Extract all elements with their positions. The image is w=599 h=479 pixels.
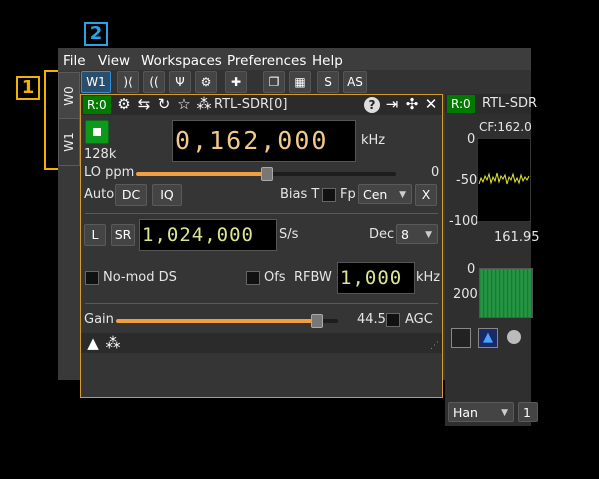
sr-button[interactable]: SR — [111, 224, 135, 246]
x-label: 161.95 — [494, 230, 540, 245]
lo-ppm-slider[interactable] — [261, 167, 273, 181]
center-frequency-dial[interactable]: 0,162,000 — [172, 120, 356, 162]
lo-ppm-label: LO ppm — [84, 165, 135, 180]
agc-label: AGC — [405, 312, 433, 327]
lo-ppm-value: 0 — [431, 165, 440, 180]
add-feature-plus-icon[interactable]: ✚ — [225, 71, 247, 93]
cf-label: CF:162.0 — [479, 120, 532, 134]
star-icon[interactable]: ☆ — [175, 95, 193, 113]
add-tx-icon[interactable]: (( — [143, 71, 165, 93]
divider-1 — [85, 213, 438, 214]
black-square-icon[interactable] — [451, 328, 471, 348]
swap-icon[interactable]: ⇆ — [135, 95, 153, 113]
s-button[interactable]: S — [317, 71, 339, 93]
graph-icon[interactable]: ⁂ — [104, 334, 122, 352]
chevron-down-icon: ▼ — [399, 190, 406, 200]
bias-t-label: Bias T — [280, 187, 320, 202]
spectrum-device-name: RTL-SDR — [482, 96, 538, 111]
window-icon[interactable]: ❐ — [263, 71, 285, 93]
menu-view[interactable]: View — [98, 53, 130, 69]
menu-preferences[interactable]: Preferences — [227, 53, 306, 69]
waterfall-label-top: 0 — [467, 262, 476, 277]
workspace-button[interactable]: W1 — [81, 71, 111, 93]
y-label-mid: -50 — [456, 173, 478, 188]
fp-label: Fp — [340, 187, 356, 202]
chevron-down-icon: ▼ — [501, 408, 508, 418]
gain-fill — [116, 319, 316, 323]
callout-2: 2 — [84, 22, 108, 46]
settings-icon[interactable]: ⚙ — [115, 95, 133, 113]
spectrum-footer: ▲ — [445, 326, 531, 348]
divider-2 — [85, 303, 438, 304]
fp-select[interactable]: Cen ▼ — [358, 184, 412, 204]
rfbw-label: RFBW — [294, 270, 332, 285]
l-button[interactable]: L — [84, 224, 106, 246]
y-label-top: 0 — [467, 132, 476, 147]
auto-label: Auto — [84, 187, 115, 202]
tile-icon[interactable]: ▦ — [289, 71, 311, 93]
nomod-checkbox[interactable] — [85, 271, 99, 285]
help-icon[interactable]: ? — [364, 97, 380, 113]
color-map-icon[interactable]: ▲ — [478, 328, 498, 348]
tab-w0[interactable]: W0 — [58, 72, 80, 120]
rate-label: 128k — [84, 147, 117, 162]
chevron-down-icon: ▼ — [425, 230, 432, 240]
sample-rate-dial[interactable]: 1,024,000 — [139, 219, 277, 251]
lo-ppm-fill — [136, 172, 266, 176]
device-panel: R:0 ⚙ ⇆ ↻ ☆ ⁂ RTL-SDR[0] ? ⇥ ✣ ✕ 128k 0,… — [80, 94, 443, 398]
menu-help[interactable]: Help — [312, 53, 343, 69]
network-icon[interactable]: ⁂ — [195, 95, 213, 113]
frequency-unit: kHz — [361, 133, 386, 148]
waterfall-plot[interactable] — [479, 268, 533, 318]
rx-tag: R:0 — [83, 96, 111, 114]
resize-grip-icon[interactable]: ⋰ — [430, 341, 440, 351]
agc-checkbox[interactable] — [386, 313, 400, 327]
ofs-label: Ofs — [264, 270, 286, 285]
nomod-label: No-mod DS — [103, 270, 177, 285]
rfbw-unit: kHz — [416, 270, 441, 285]
gain-slider[interactable] — [311, 314, 323, 328]
window-select[interactable]: Han ▼ — [448, 402, 514, 422]
stop-icon — [93, 128, 101, 136]
extra-select[interactable]: 1 — [518, 402, 538, 422]
add-rx-icon[interactable]: )⟨ — [117, 71, 139, 93]
spectrum-titlebar: R:0 RTL-SDR — [445, 94, 537, 114]
as-button[interactable]: AS — [343, 71, 367, 93]
menubar: File View Workspaces Preferences Help — [58, 48, 531, 70]
knob-icon[interactable] — [507, 330, 521, 344]
sample-rate-unit: S/s — [279, 227, 299, 242]
tab-w1[interactable]: W1 — [58, 118, 80, 166]
close-icon[interactable]: ✕ — [422, 95, 440, 113]
toolbar: W1 )⟨ (( Ψ ⚙ ✚ ❐ ▦ S AS — [80, 70, 531, 94]
gain-label: Gain — [84, 312, 114, 327]
menu-file[interactable]: File — [63, 53, 86, 69]
dock-icon[interactable]: ⇥ — [383, 95, 401, 113]
device-titlebar: R:0 ⚙ ⇆ ↻ ☆ ⁂ RTL-SDR[0] ? ⇥ ✣ ✕ — [81, 95, 442, 115]
panel-footer: ▲ ⁂ ⋰ — [81, 333, 442, 353]
iq-button[interactable]: IQ — [152, 184, 182, 206]
start-stop-button[interactable] — [85, 120, 109, 144]
waterfall-label-bot: 200 — [453, 287, 478, 302]
spectrum-plot[interactable] — [477, 138, 531, 222]
app-window: File View Workspaces Preferences Help W0… — [58, 48, 540, 426]
device-name: RTL-SDR[0] — [214, 97, 288, 112]
triangle-icon[interactable]: ▲ — [84, 334, 102, 352]
spectrum-panel: R:0 RTL-SDR CF:162.0 0 -50 -100 161.95 0… — [445, 94, 540, 426]
spectrum-rx-tag: R:0 — [447, 95, 475, 113]
shrink-icon[interactable]: ✣ — [403, 95, 421, 113]
dec-select[interactable]: 8 ▼ — [396, 224, 438, 244]
callout-1: 1 — [16, 76, 40, 100]
reload-icon[interactable]: ↻ — [155, 95, 173, 113]
ofs-checkbox[interactable] — [246, 271, 260, 285]
dc-button[interactable]: DC — [115, 184, 147, 206]
rfbw-dial[interactable]: 1,000 — [337, 262, 415, 294]
x-button[interactable]: X — [415, 184, 437, 206]
add-feature-icon[interactable]: ⚙ — [195, 71, 217, 93]
gain-value: 44.5 — [357, 312, 386, 327]
y-label-bot: -100 — [449, 214, 479, 229]
menu-workspaces[interactable]: Workspaces — [141, 53, 222, 69]
add-mimo-icon[interactable]: Ψ — [169, 71, 191, 93]
dec-label: Dec — [369, 227, 395, 242]
bias-t-checkbox[interactable] — [322, 188, 336, 202]
